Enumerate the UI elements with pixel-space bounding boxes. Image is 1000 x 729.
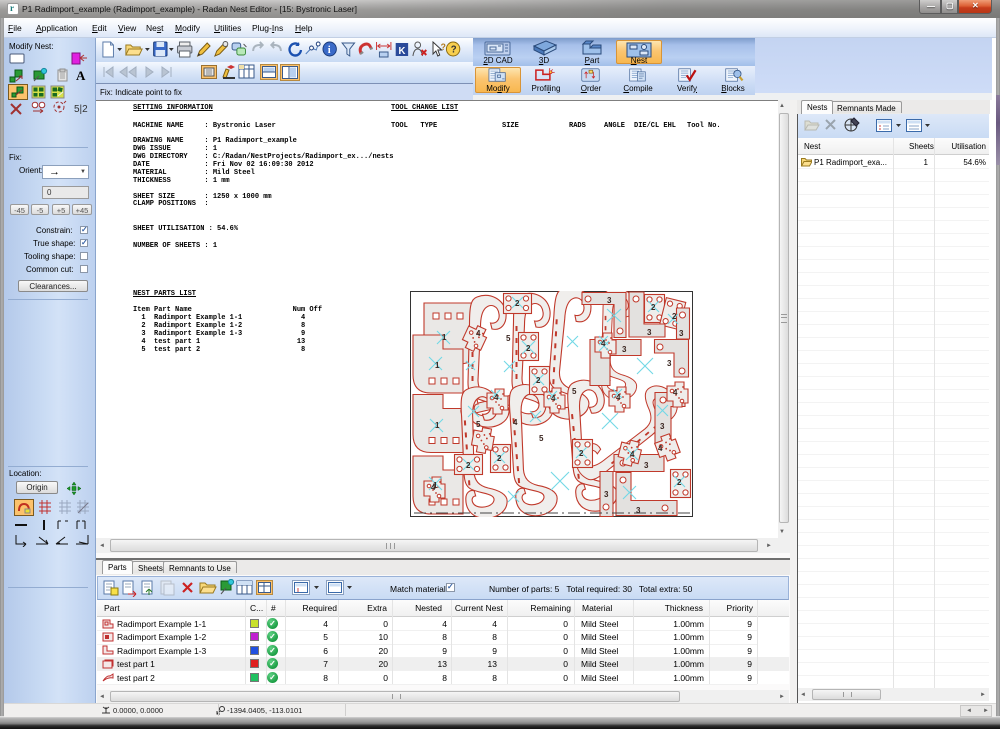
- svg-text:2: 2: [579, 449, 584, 458]
- svg-text:2: 2: [526, 344, 531, 353]
- svg-text:?: ?: [451, 44, 457, 55]
- svg-text:2: 2: [466, 461, 471, 470]
- svg-text:3: 3: [644, 461, 649, 470]
- svg-text:1: 1: [442, 333, 447, 342]
- svg-text:4: 4: [476, 329, 481, 338]
- svg-text:4: 4: [494, 393, 499, 402]
- svg-text:4: 4: [431, 483, 436, 492]
- svg-text:1: 1: [435, 361, 440, 370]
- svg-text:4: 4: [616, 393, 621, 402]
- svg-text:5: 5: [572, 387, 577, 396]
- svg-text:3: 3: [604, 490, 609, 499]
- svg-text:2: 2: [677, 478, 682, 487]
- svg-text:2: 2: [651, 303, 656, 312]
- svg-text:5: 5: [539, 434, 544, 443]
- svg-text:2: 2: [672, 312, 677, 321]
- svg-text:5: 5: [506, 334, 511, 343]
- svg-text:4: 4: [513, 418, 518, 427]
- svg-text:A: A: [76, 68, 86, 83]
- svg-text:3: 3: [647, 328, 652, 337]
- svg-text:2: 2: [536, 376, 541, 385]
- svg-text:4: 4: [551, 394, 556, 403]
- svg-text:1: 1: [435, 421, 440, 430]
- svg-text:4: 4: [658, 444, 663, 453]
- svg-text:?: ?: [441, 42, 446, 52]
- svg-text:K: K: [399, 46, 406, 57]
- svg-text:3: 3: [660, 422, 665, 431]
- svg-text:2: 2: [497, 454, 502, 463]
- svg-text:4: 4: [601, 339, 606, 348]
- svg-text:3: 3: [607, 296, 612, 305]
- svg-text:4: 4: [630, 450, 635, 459]
- svg-text:5|2: 5|2: [74, 104, 88, 115]
- svg-text:3: 3: [679, 329, 684, 338]
- svg-text:3: 3: [636, 506, 641, 515]
- svg-text:2: 2: [515, 299, 520, 308]
- svg-text:i: i: [328, 44, 331, 56]
- svg-text:4: 4: [673, 388, 678, 397]
- svg-text:3: 3: [622, 345, 627, 354]
- svg-text:3: 3: [667, 359, 672, 368]
- svg-text:5: 5: [476, 420, 481, 429]
